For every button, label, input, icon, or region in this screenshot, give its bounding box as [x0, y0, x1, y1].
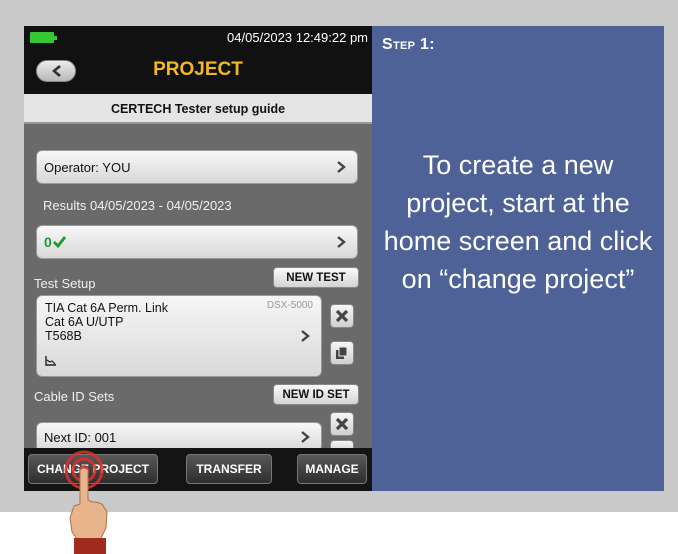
test-setup-button[interactable]: DSX-5000 TIA Cat 6A Perm. Link Cat 6A U/…	[36, 295, 322, 377]
delete-setup-button[interactable]	[330, 304, 354, 328]
tester-screen: 04/05/2023 12:49:22 pm PROJECT CERTECH T…	[24, 26, 372, 491]
battery-icon	[30, 32, 57, 43]
screenshot-frame: 04/05/2023 12:49:22 pm PROJECT CERTECH T…	[0, 0, 678, 512]
copy-icon	[336, 346, 348, 359]
graph-icon	[45, 356, 56, 366]
cable-id-sets-label: Cable ID Sets	[34, 389, 115, 404]
operator-button[interactable]: Operator: YOU	[36, 150, 358, 184]
next-id-label: Next ID: 001	[44, 429, 117, 445]
chevron-right-icon	[337, 236, 346, 248]
checkmark-icon	[52, 236, 66, 248]
tester-model: DSX-5000	[266, 300, 313, 311]
delete-id-set-button[interactable]	[330, 412, 354, 436]
status-bar: 04/05/2023 12:49:22 pm	[24, 26, 372, 48]
instruction-text: To create a new project, start at the ho…	[383, 150, 653, 294]
chevron-right-icon	[337, 161, 346, 173]
copy-setup-button[interactable]	[330, 341, 354, 365]
status-datetime: 04/05/2023 12:49:22 pm	[227, 30, 368, 45]
hand-pointer-icon	[64, 450, 108, 554]
new-test-button[interactable]: NEW TEST	[273, 267, 359, 288]
close-icon	[335, 309, 349, 323]
chevron-right-icon	[301, 431, 310, 443]
results-count: 0	[44, 234, 52, 250]
page-title: PROJECT	[153, 59, 243, 80]
results-label: Results 04/05/2023 - 04/05/2023	[43, 198, 232, 213]
new-id-set-button[interactable]: NEW ID SET	[273, 384, 359, 405]
cable-type: Cat 6A U/UTP	[45, 315, 124, 329]
manage-button[interactable]: MANAGE	[297, 454, 367, 484]
instruction-panel: Step 1: To create a new project, start a…	[372, 26, 664, 491]
close-icon	[335, 417, 349, 431]
project-name: CERTECH Tester setup guide	[24, 94, 372, 124]
title-bar: PROJECT	[24, 48, 372, 94]
transfer-button[interactable]: TRANSFER	[186, 454, 272, 484]
chevron-right-icon	[301, 330, 310, 342]
test-setup-label: Test Setup	[34, 276, 96, 291]
results-button[interactable]: 0	[36, 225, 358, 259]
operator-label: Operator: YOU	[44, 159, 131, 175]
step-label: Step 1:	[382, 36, 435, 53]
wiremap-standard: T568B	[45, 329, 82, 343]
